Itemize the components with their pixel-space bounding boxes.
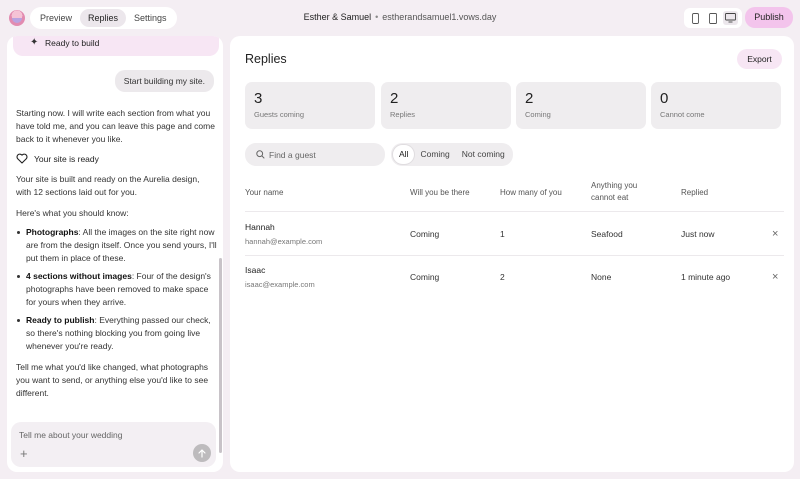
- close-icon[interactable]: ×: [772, 229, 778, 240]
- closing-text: Tell me what you'd like changed, what ph…: [16, 362, 209, 398]
- bullet-title: Ready to publish: [26, 315, 95, 325]
- stat-value: 2: [390, 90, 399, 107]
- tablet-icon[interactable]: [705, 11, 720, 25]
- bullet-title: Photographs: [26, 227, 79, 237]
- column-header-count: How many of you: [500, 188, 562, 197]
- reply-filter: All Coming Not coming: [391, 143, 513, 166]
- plus-icon[interactable]: +: [20, 447, 28, 461]
- build-status: ✦ Ready to build: [13, 36, 219, 56]
- replied-cell: 1 minute ago: [681, 272, 731, 282]
- filter-all[interactable]: All: [393, 145, 415, 164]
- page-title: Replies: [245, 52, 287, 66]
- guest-email: hannah@example.com: [245, 237, 323, 246]
- send-button[interactable]: [193, 444, 211, 462]
- device-switcher: [684, 8, 742, 28]
- stat-value: 3: [254, 90, 263, 107]
- filter-not-coming[interactable]: Not coming: [456, 145, 511, 164]
- guest-name: Isaac: [245, 265, 266, 275]
- stat-label: Cannot come: [660, 110, 705, 119]
- assistant-intro: Starting now. I will write each section …: [16, 108, 215, 144]
- stat-value: 2: [525, 90, 534, 107]
- phone-icon[interactable]: [688, 11, 703, 25]
- build-status-label: Ready to build: [45, 38, 100, 48]
- top-bar: Preview Replies Settings Esther & Samuel…: [0, 0, 800, 36]
- site-name: Esther & Samuel: [303, 12, 372, 22]
- diet-cell: None: [591, 272, 612, 282]
- list-item: Ready to publish: Everything passed our …: [16, 314, 218, 353]
- arrow-up-icon: [198, 448, 206, 458]
- replied-cell: Just now: [681, 229, 715, 239]
- column-header-name: Your name: [245, 188, 284, 197]
- export-button[interactable]: Export: [737, 49, 782, 69]
- list-item: Photographs: All the images on the site …: [16, 226, 218, 265]
- guest-cell: Hannah hannah@example.com: [245, 222, 322, 246]
- replies-panel: Replies Export 3 Guests coming 2 Replies…: [230, 36, 794, 472]
- publish-button[interactable]: Publish: [745, 7, 793, 28]
- sparkle-icon: ✦: [30, 37, 39, 48]
- search-input[interactable]: [269, 147, 379, 162]
- site-domain[interactable]: estherandsamuel1.vows.day: [382, 12, 496, 22]
- stat-card: 0 Cannot come: [651, 82, 781, 129]
- attending-cell: Coming: [410, 229, 440, 239]
- stat-label: Coming: [525, 110, 551, 119]
- chat-panel: ✦ Ready to build Start building my site.…: [7, 36, 223, 472]
- diet-cell: Seafood: [591, 229, 623, 239]
- guest-search: [245, 143, 385, 166]
- chat-composer: +: [11, 422, 216, 467]
- site-ready-row: Your site is ready: [16, 153, 99, 164]
- count-cell: 1: [500, 229, 505, 239]
- stat-label: Guests coming: [254, 110, 305, 119]
- info-bullets: Photographs: All the images on the site …: [16, 226, 218, 358]
- list-item: 4 sections without images: Four of the d…: [16, 270, 218, 309]
- stat-label: Replies: [390, 110, 416, 119]
- guest-name: Hannah: [245, 222, 275, 232]
- attending-cell: Coming: [410, 272, 440, 282]
- know-text: Here's what you should know:: [16, 208, 129, 218]
- chat-input[interactable]: [19, 427, 199, 443]
- built-text: Your site is built and ready on the Aure…: [16, 174, 200, 197]
- desktop-icon[interactable]: [722, 11, 738, 25]
- guest-cell: Isaac isaac@example.com: [245, 265, 315, 289]
- column-header-replied: Replied: [681, 188, 709, 197]
- bullet-title: 4 sections without images: [26, 271, 132, 281]
- guest-email: isaac@example.com: [245, 280, 315, 289]
- stat-value: 0: [660, 90, 669, 107]
- site-ready-label: Your site is ready: [34, 153, 99, 164]
- column-header-attending: Will you be there: [410, 188, 470, 197]
- heart-icon: [16, 153, 28, 164]
- user-message: Start building my site.: [114, 70, 214, 92]
- stat-card: 3 Guests coming: [245, 82, 375, 129]
- close-icon[interactable]: ×: [772, 272, 778, 283]
- stat-card: 2 Replies: [381, 82, 511, 129]
- row-divider: [245, 211, 784, 212]
- search-icon: [256, 150, 265, 159]
- chat-scrollbar[interactable]: [219, 258, 222, 453]
- column-header-diet: Anything you cannot eat: [591, 181, 638, 202]
- site-title: Esther & Samuel • estherandsamuel1.vows.da…: [0, 12, 800, 22]
- count-cell: 2: [500, 272, 505, 282]
- title-separator: •: [375, 12, 379, 22]
- filter-coming[interactable]: Coming: [414, 145, 455, 164]
- stat-card: 2 Coming: [516, 82, 646, 129]
- row-divider: [245, 255, 784, 256]
